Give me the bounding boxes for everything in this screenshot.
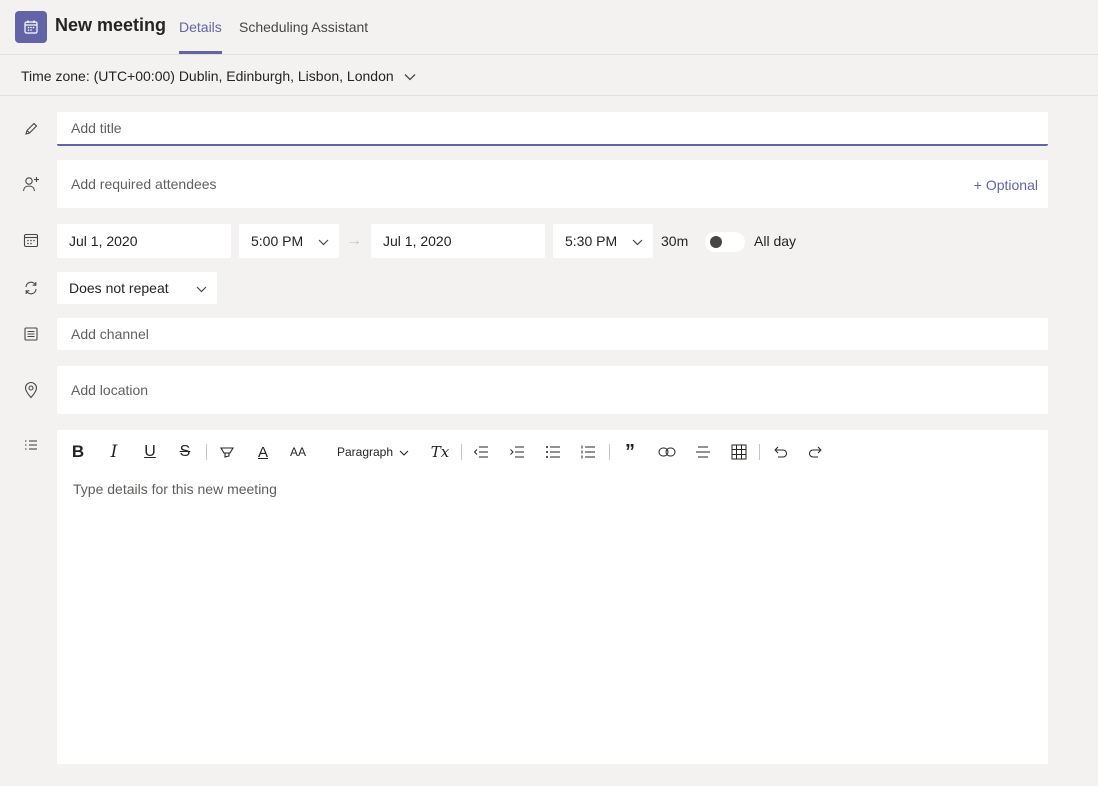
end-time-value: 5:30 PM bbox=[565, 233, 618, 249]
start-date-field[interactable]: Jul 1, 2020 bbox=[57, 224, 231, 258]
page-title: New meeting bbox=[55, 15, 167, 35]
numbered-list-icon[interactable] bbox=[579, 440, 597, 464]
chevron-down-icon bbox=[318, 233, 329, 249]
location-input[interactable] bbox=[69, 381, 1048, 399]
end-date-field[interactable]: Jul 1, 2020 bbox=[371, 224, 545, 258]
chevron-down-icon bbox=[399, 445, 409, 459]
redo-icon[interactable] bbox=[807, 440, 825, 464]
chevron-down-icon bbox=[404, 68, 416, 84]
timezone-bar: Time zone: (UTC+00:00) Dublin, Edinburgh… bbox=[0, 56, 1098, 96]
table-icon[interactable] bbox=[730, 440, 748, 464]
undo-icon[interactable] bbox=[771, 440, 789, 464]
tab-scheduling-assistant[interactable]: Scheduling Assistant bbox=[239, 19, 368, 54]
channel-input[interactable] bbox=[69, 325, 1048, 343]
decrease-indent-icon[interactable] bbox=[472, 440, 490, 464]
tab-details[interactable]: Details bbox=[179, 19, 222, 54]
details-editor[interactable]: B I U S A AA Paragraph Tx ” Type details… bbox=[57, 430, 1048, 764]
horizontal-rule-icon[interactable] bbox=[694, 440, 712, 464]
details-list-icon bbox=[22, 437, 40, 455]
start-time-value: 5:00 PM bbox=[251, 233, 304, 249]
italic-button[interactable]: I bbox=[105, 440, 123, 464]
font-size-button[interactable]: AA bbox=[288, 440, 308, 464]
repeat-dropdown[interactable]: Does not repeat bbox=[57, 272, 217, 304]
chevron-down-icon bbox=[632, 233, 643, 249]
location-pin-icon bbox=[22, 381, 40, 399]
optional-attendees-link[interactable]: + Optional bbox=[974, 177, 1038, 193]
timezone-label: Time zone: (UTC+00:00) Dublin, Edinburgh… bbox=[21, 68, 394, 84]
font-color-button[interactable]: A bbox=[254, 440, 272, 464]
channel-field bbox=[57, 318, 1048, 350]
title-input[interactable] bbox=[69, 119, 1048, 137]
header: New meeting Details Scheduling Assistant bbox=[0, 0, 1098, 55]
toggle-knob bbox=[710, 236, 722, 248]
bulleted-list-icon[interactable] bbox=[544, 440, 562, 464]
channel-icon bbox=[22, 325, 40, 343]
toolbar-divider bbox=[206, 444, 207, 460]
chevron-down-icon bbox=[196, 280, 207, 296]
attendees-field: + Optional bbox=[57, 160, 1048, 208]
add-person-icon bbox=[22, 175, 40, 193]
repeat-value: Does not repeat bbox=[69, 280, 169, 296]
pencil-icon bbox=[22, 120, 40, 138]
duration-label: 30m bbox=[661, 233, 689, 249]
all-day-label: All day bbox=[754, 233, 797, 249]
attendees-input[interactable] bbox=[69, 175, 953, 193]
end-time-dropdown[interactable]: 5:30 PM bbox=[553, 224, 653, 258]
bold-button[interactable]: B bbox=[69, 440, 87, 464]
calendar-icon bbox=[22, 231, 40, 249]
paragraph-dropdown[interactable]: Paragraph bbox=[337, 440, 409, 464]
arrow-right-icon: → bbox=[346, 232, 362, 249]
start-time-dropdown[interactable]: 5:00 PM bbox=[239, 224, 339, 258]
increase-indent-icon[interactable] bbox=[508, 440, 526, 464]
all-day-toggle[interactable] bbox=[705, 232, 745, 252]
strikethrough-button[interactable]: S bbox=[176, 440, 194, 464]
title-input-wrapper bbox=[57, 112, 1048, 146]
timezone-dropdown[interactable]: Time zone: (UTC+00:00) Dublin, Edinburgh… bbox=[21, 68, 416, 84]
calendar-app-icon bbox=[15, 11, 47, 43]
location-field bbox=[57, 366, 1048, 414]
details-placeholder: Type details for this new meeting bbox=[73, 481, 277, 497]
highlight-icon[interactable] bbox=[218, 440, 236, 464]
link-icon[interactable] bbox=[657, 440, 677, 464]
toolbar-divider bbox=[609, 444, 610, 460]
repeat-icon bbox=[22, 279, 40, 297]
clear-format-button[interactable]: Tx bbox=[430, 440, 450, 464]
toolbar-divider bbox=[461, 444, 462, 460]
quote-icon[interactable]: ” bbox=[621, 440, 639, 464]
toolbar-divider bbox=[759, 444, 760, 460]
paragraph-label: Paragraph bbox=[336, 445, 394, 459]
underline-button[interactable]: U bbox=[141, 440, 159, 464]
